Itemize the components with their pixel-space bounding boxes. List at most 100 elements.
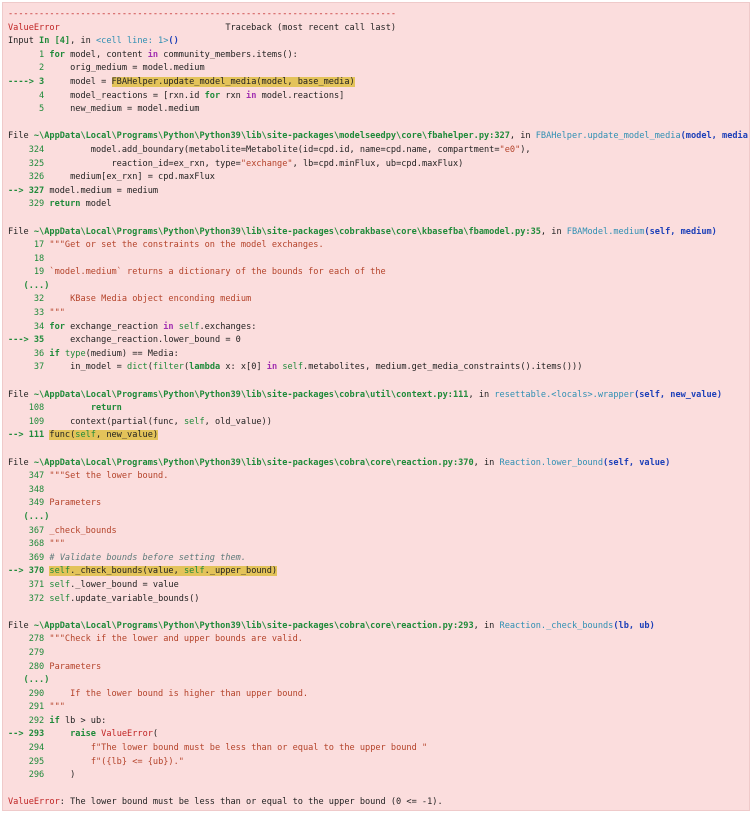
code-token: """ bbox=[49, 308, 65, 319]
code-token: model.medium = medium bbox=[49, 185, 159, 196]
code-token: """ bbox=[49, 539, 65, 550]
traceback-line: --> 327 model.medium = medium bbox=[8, 185, 749, 199]
code-token: 292 bbox=[8, 715, 50, 726]
code-token: medium[ex_rxn] = cpd.maxFlux bbox=[49, 172, 215, 183]
traceback-line: 326 medium[ex_rxn] = cpd.maxFlux bbox=[8, 171, 749, 185]
traceback-line: 348 bbox=[8, 484, 749, 498]
code-token: `model.medium` returns a dictionary of t… bbox=[49, 267, 386, 278]
traceback-line: --> 111 func(self, new_value) bbox=[8, 429, 749, 443]
traceback-line: File ~\AppData\Local\Programs\Python\Pyt… bbox=[8, 389, 749, 403]
code-token: 19 bbox=[8, 267, 50, 278]
code-token: File bbox=[8, 131, 34, 142]
code-token: for bbox=[49, 49, 65, 60]
code-token: context(partial(func, bbox=[49, 416, 184, 427]
code-token: dict bbox=[127, 362, 148, 373]
traceback-line: 290 If the lower bound is higher than up… bbox=[8, 688, 749, 702]
traceback-line: 292 if lb > ub: bbox=[8, 715, 749, 729]
code-token: self bbox=[49, 593, 71, 604]
traceback-line: 18 bbox=[8, 253, 749, 267]
traceback-line: Input In [4], in <cell line: 1>() bbox=[8, 35, 749, 49]
code-token: _check_bounds bbox=[49, 525, 117, 536]
code-token: (...) bbox=[8, 511, 50, 522]
code-token: 296 bbox=[8, 770, 50, 781]
traceback-line: 372 self.update_variable_bounds() bbox=[8, 593, 749, 607]
traceback-line: File ~\AppData\Local\Programs\Python\Pyt… bbox=[8, 620, 749, 634]
code-token: 278 bbox=[8, 634, 50, 645]
code-token: 325 bbox=[8, 158, 50, 169]
code-token: Traceback (most recent call last) bbox=[59, 22, 397, 33]
traceback-line: 32 KBase Media object enconding medium bbox=[8, 293, 749, 307]
traceback-output: ----------------------------------------… bbox=[2, 2, 750, 811]
code-token: 347 bbox=[8, 471, 50, 482]
traceback-line: (...) bbox=[8, 280, 749, 294]
code-token: ._upper_bound) bbox=[204, 566, 278, 577]
code-token: model = bbox=[49, 76, 112, 87]
code-token: self bbox=[178, 321, 200, 332]
traceback-line: 33 """ bbox=[8, 307, 749, 321]
traceback-line: 279 bbox=[8, 647, 749, 661]
code-token: 5 bbox=[8, 104, 50, 115]
code-token: 33 bbox=[8, 308, 50, 319]
code-token: 32 bbox=[8, 294, 50, 305]
code-token: .metabolites, medium.get_media_constrain… bbox=[303, 362, 583, 373]
code-token: new_medium = model.medium bbox=[49, 104, 200, 115]
code-token: 367 bbox=[8, 525, 50, 536]
code-token: ValueError bbox=[8, 22, 60, 33]
traceback-line: 371 self._lower_bound = value bbox=[8, 579, 749, 593]
code-token: <cell line: 1> bbox=[95, 36, 169, 47]
code-token: self bbox=[282, 362, 304, 373]
code-token: x: x[0] bbox=[220, 362, 267, 373]
code-token: , in bbox=[473, 620, 500, 631]
code-token: ~\AppData\Local\Programs\Python\Python39… bbox=[33, 389, 469, 400]
code-token: "exchange" bbox=[240, 158, 293, 169]
code-token: ~\AppData\Local\Programs\Python\Python39… bbox=[33, 457, 474, 468]
code-token: 348 bbox=[8, 484, 50, 495]
code-token: resettable.<locals>.wrapper bbox=[494, 389, 635, 400]
code-token: , in bbox=[540, 226, 567, 237]
code-token: 372 bbox=[8, 593, 50, 604]
code-token: Reaction._check_bounds bbox=[499, 620, 614, 631]
code-token: , in bbox=[468, 389, 495, 400]
code-token: 4 bbox=[8, 90, 50, 101]
code-token: f"({lb} <= {ub})." bbox=[90, 756, 184, 767]
code-token: 295 bbox=[8, 756, 50, 767]
code-token: 36 bbox=[8, 348, 50, 359]
code-token: ~\AppData\Local\Programs\Python\Python39… bbox=[33, 620, 474, 631]
code-token: raise bbox=[70, 729, 96, 740]
traceback-line: ----> 3 model = FBAHelper.update_model_m… bbox=[8, 76, 749, 90]
code-token: (self, new_value) bbox=[634, 389, 723, 400]
code-token: in bbox=[266, 362, 278, 373]
code-token: --> 111 bbox=[8, 430, 50, 441]
code-token: return bbox=[49, 199, 81, 210]
code-token: Parameters bbox=[49, 498, 102, 509]
code-token: 291 bbox=[8, 702, 50, 713]
code-token: model.add_boundary(metabolite=Metabolite… bbox=[49, 144, 500, 155]
code-token: File bbox=[8, 620, 34, 631]
code-token: ._check_bounds(value, bbox=[70, 566, 184, 577]
code-token: 329 bbox=[8, 199, 50, 210]
traceback-line: --> 293 raise ValueError( bbox=[8, 728, 749, 742]
traceback-line: 329 return model bbox=[8, 198, 749, 212]
code-token: , lb=cpd.minFlux, ub=cpd.maxFlux) bbox=[292, 158, 464, 169]
code-token: 326 bbox=[8, 172, 50, 183]
code-token: (model, media) bbox=[680, 131, 750, 142]
code-token: 279 bbox=[8, 647, 50, 658]
code-token: --> 293 bbox=[8, 729, 50, 740]
code-token: for bbox=[204, 90, 221, 101]
traceback-line: 324 model.add_boundary(metabolite=Metabo… bbox=[8, 144, 749, 158]
code-token: (...) bbox=[8, 280, 50, 291]
code-token: self bbox=[75, 430, 96, 441]
code-token: "e0" bbox=[499, 144, 521, 155]
code-token: lb > ub: bbox=[59, 715, 107, 726]
code-token: FBAHelper.update_model_media bbox=[535, 131, 681, 142]
code-token: .exchanges: bbox=[199, 321, 257, 332]
traceback-line: 17 """Get or set the constraints on the … bbox=[8, 239, 749, 253]
traceback-line: 19 `model.medium` returns a dictionary o… bbox=[8, 266, 749, 280]
traceback-line: --> 370 self._check_bounds(value, self._… bbox=[8, 565, 749, 579]
code-token: 280 bbox=[8, 661, 50, 672]
